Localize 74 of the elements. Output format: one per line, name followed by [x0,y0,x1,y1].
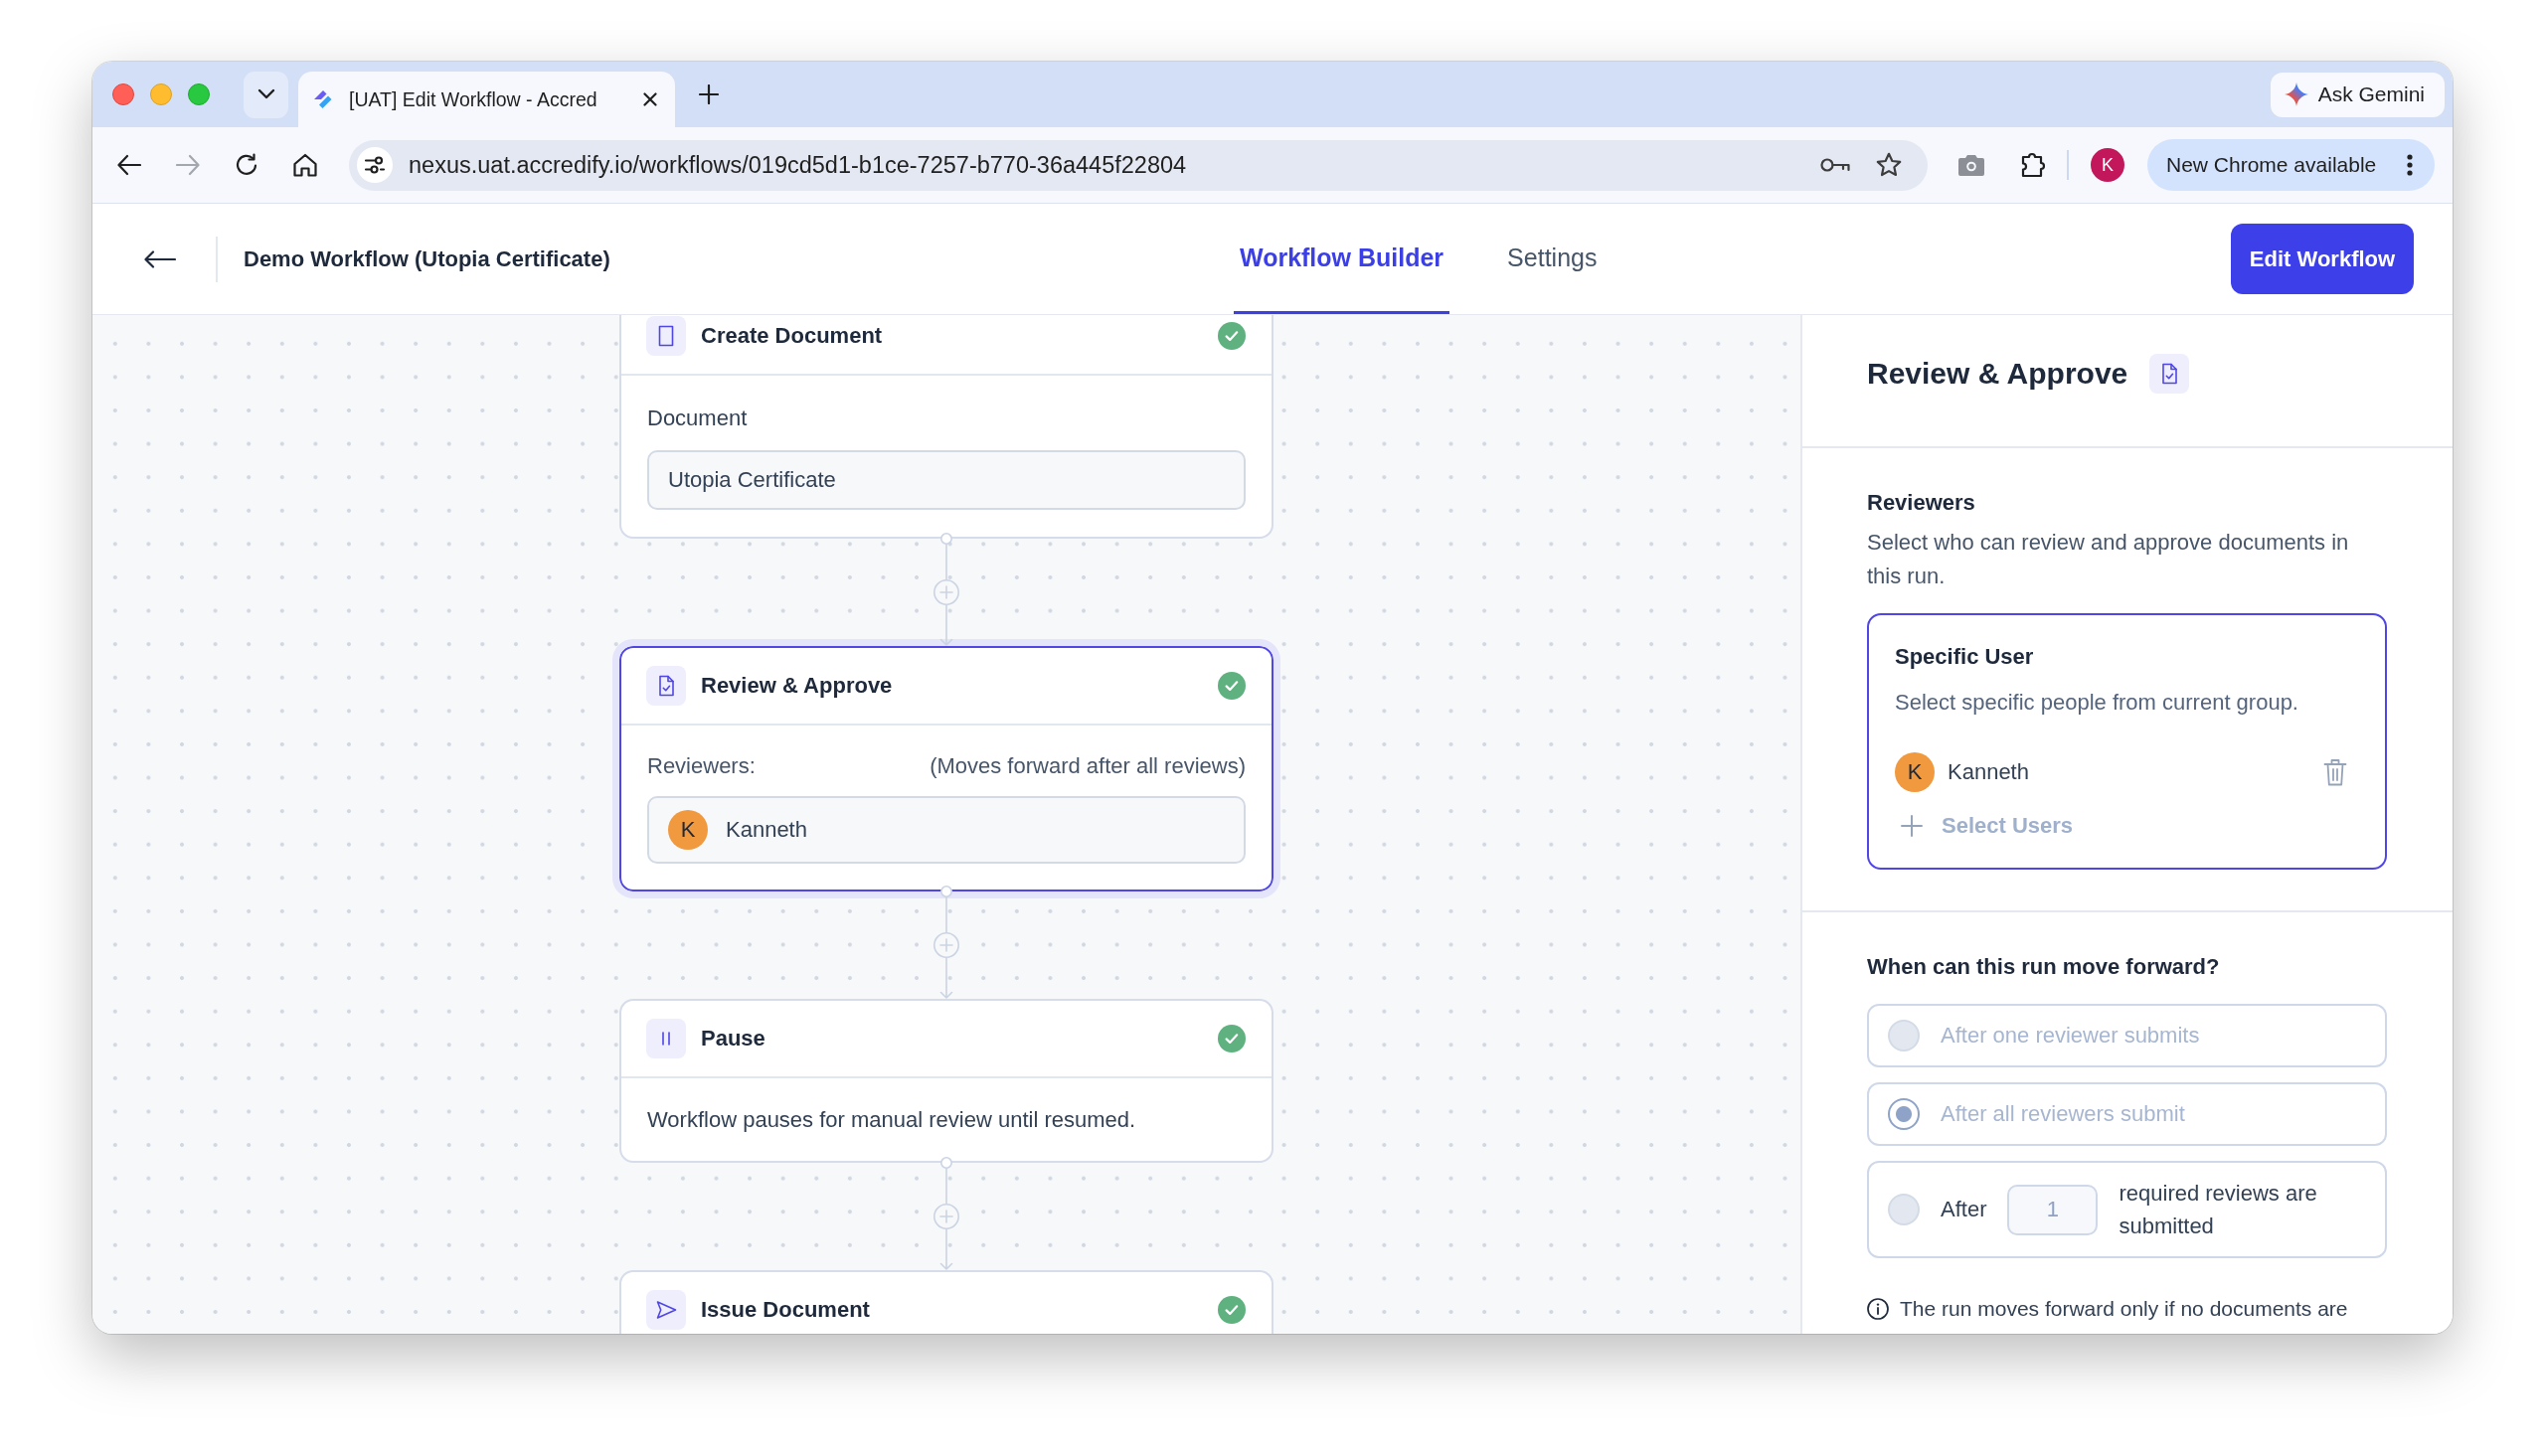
more-vertical-icon[interactable] [2407,154,2413,176]
connector-arrow [939,604,953,646]
reload-icon[interactable] [235,153,258,177]
camera-icon[interactable] [1957,153,1985,177]
connector-line [945,895,947,933]
connector-line [945,543,947,580]
option-description: Select specific people from current group. [1895,689,2299,717]
user-avatar: K [668,810,708,850]
plus-icon [1901,815,1923,837]
step-title: Pause [701,1026,766,1052]
chevron-down-icon [256,88,275,100]
connector-arrow [939,1228,953,1270]
step-card[interactable]: Review & Approve Reviewers: (Moves forward after all reviews) K Kanneth [612,639,1280,898]
back-arrow-icon[interactable] [144,248,176,269]
sparkle-icon [2284,82,2308,106]
browser-tab[interactable]: [UAT] Edit Workflow - Accred [298,72,675,127]
step-card[interactable]: Create Document Document Utopia Certificate [619,315,1273,539]
nav-tab[interactable]: Settings [1501,204,1604,314]
pause-icon [646,1019,686,1058]
step-title: Issue Document [701,1297,871,1323]
section-description: Select who can review and approve documents in this run. [1867,529,2350,590]
address-bar[interactable]: nexus.uat.accredify.io/workflows/019cd5d1-b1ce-7257-b770-36a445f22804 [349,139,1928,191]
connector-line [945,1167,947,1205]
trash-icon[interactable] [2323,758,2347,786]
home-icon[interactable] [293,153,317,177]
document-check-icon [646,666,686,706]
window-maximize-icon[interactable] [188,83,210,105]
document-check-icon [2149,354,2190,394]
section-heading: Reviewers [1867,489,1976,517]
tab-title: [UAT] Edit Workflow - Accred [349,87,598,111]
forward-arrow-icon[interactable] [176,154,200,176]
field-label: Document [647,404,749,432]
key-icon[interactable] [1820,156,1850,174]
document-field[interactable]: Utopia Certificate [647,450,1246,510]
review-rule-note: (Moves forward after all reviews) [930,752,1246,780]
ask-button[interactable]: Ask Gemini [2270,72,2445,117]
connection-handle-icon[interactable] [940,533,952,545]
option-label: After one reviewer submits [1941,1022,2200,1050]
tab-list-button[interactable] [244,71,288,118]
section-heading: When can this run move forward? [1867,953,2221,981]
reviewer-option-card[interactable]: Specific User Select specific people from current group. K Kanneth Select Users [1867,613,2387,870]
sliders-icon[interactable] [357,147,393,183]
option-label: After [1941,1196,1987,1223]
step-description: Workflow pauses for manual review until resumed. [647,1106,1137,1134]
connection-handle-icon[interactable] [940,1157,952,1169]
document-icon [646,316,686,356]
option-label: After all reviewers submit [1941,1100,2185,1128]
workflow-title: Demo Workflow (Utopia Certificate) [244,245,610,272]
option-title: Specific User [1895,643,2035,671]
reviewers-label: Reviewers: [647,752,756,780]
step-title: Create Document [701,323,884,349]
connection-handle-icon[interactable] [940,886,952,897]
connector-arrow [939,957,953,999]
panel-title: Review & Approve [1867,356,2128,392]
window-minimize-icon[interactable] [150,83,172,105]
reviewer-name: Kanneth [726,816,807,844]
user-avatar: K [1895,752,1935,792]
puzzle-piece-icon[interactable] [2021,152,2047,178]
window-close-icon[interactable] [112,83,134,105]
profile-avatar[interactable]: K [2091,148,2124,182]
close-icon[interactable] [643,92,657,106]
plus-icon[interactable] [699,84,719,104]
step-card[interactable]: Issue Document [619,1270,1273,1334]
paper-plane-icon [646,1290,686,1330]
edit-workflow-button[interactable]: Edit Workflow [2231,224,2414,294]
info-note: The run moves forward only if no documents are [1900,1297,2348,1321]
back-arrow-icon[interactable] [117,154,141,176]
reviewer-name: Kanneth [1948,759,2030,785]
star-icon[interactable] [1876,152,1902,178]
step-card[interactable]: Pause Workflow pauses for manual review until resumed. [619,999,1273,1163]
option-label: required reviews are submitted [2119,1180,2318,1240]
step-title: Review & Approve [701,673,894,699]
update-button[interactable]: New Chrome available [2147,139,2435,191]
info-icon [1867,1298,1889,1320]
